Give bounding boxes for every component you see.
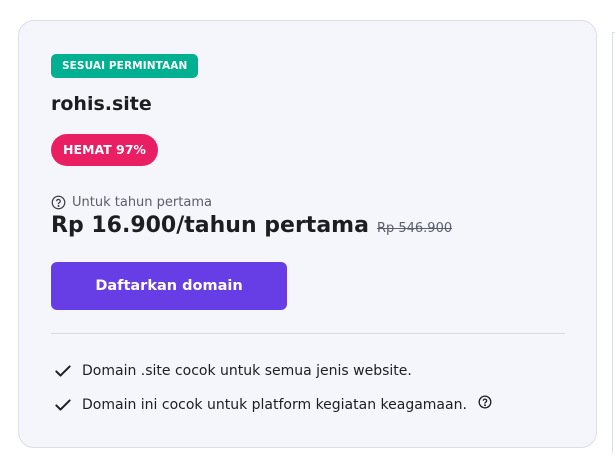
discount-badge: HEMAT 97% <box>51 134 158 166</box>
checkmark-icon <box>53 361 73 381</box>
feature-text: Domain ini cocok untuk platform kegiatan… <box>82 397 467 413</box>
price-period-label: Untuk tahun pertama <box>72 194 212 210</box>
page: SESUAI PERMINTAAN rohis.site HEMAT 97% U… <box>0 0 615 458</box>
feature-item: Domain ini cocok untuk platform kegiatan… <box>53 394 492 416</box>
feature-item: Domain .site cocok untuk semua jenis web… <box>53 360 412 382</box>
feature-text: Domain .site cocok untuk semua jenis web… <box>82 363 412 379</box>
on-request-badge: SESUAI PERMINTAAN <box>51 54 199 78</box>
domain-name: rohis.site <box>51 93 152 115</box>
divider <box>51 333 565 334</box>
price-row: Rp 16.900/tahun pertama Rp 546.900 <box>51 213 452 247</box>
price-period-note: Untuk tahun pertama <box>51 193 212 211</box>
register-domain-button[interactable]: Daftarkan domain <box>51 262 287 310</box>
price-original: Rp 546.900 <box>376 221 453 236</box>
help-circle-icon[interactable] <box>51 195 66 210</box>
checkmark-icon <box>53 395 73 415</box>
price-current: Rp 16.900/tahun pertama <box>51 213 369 238</box>
help-circle-icon[interactable] <box>478 395 492 409</box>
